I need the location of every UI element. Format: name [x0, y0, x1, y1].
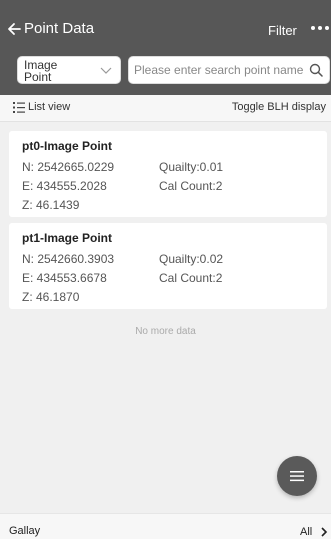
back-arrow-icon[interactable] [6, 21, 22, 37]
list-view-button[interactable]: List view [28, 101, 70, 113]
point-name: pt0-Image Point [22, 139, 113, 153]
search-box [128, 56, 330, 84]
page-title: Point Data [24, 20, 95, 37]
point-type-select[interactable]: Image Point [17, 56, 121, 84]
gallery-all-link[interactable]: All [300, 526, 312, 538]
search-icon[interactable] [309, 63, 323, 77]
point-northing: N: 2542665.0229 [22, 160, 115, 174]
chevron-right-icon[interactable] [320, 527, 328, 537]
more-icon[interactable] [310, 25, 330, 31]
point-easting: E: 434555.2028 [22, 179, 107, 193]
toggle-blh-button[interactable]: Toggle BLH display [232, 101, 326, 113]
point-cal-count: Cal Count:2 [159, 271, 223, 285]
point-card[interactable]: pt0-Image Point N: 2542665.0229 E: 43455… [9, 131, 327, 217]
point-quality: Quailty:0.02 [159, 252, 224, 266]
menu-fab-button[interactable] [277, 456, 317, 496]
no-more-data-text: No more data [135, 326, 196, 337]
point-card[interactable]: pt1-Image Point N: 2542660.3903 E: 43455… [9, 223, 327, 309]
point-quality: Quailty:0.01 [159, 160, 224, 174]
app-header: Point Data Filter Image Point [0, 0, 331, 95]
gallery-bar: Gallay All [0, 513, 331, 539]
point-northing: N: 2542660.3903 [22, 252, 115, 266]
title-bar: Point Data Filter [0, 0, 331, 56]
point-easting: E: 434553.6678 [22, 271, 107, 285]
point-cal-count: Cal Count:2 [159, 179, 223, 193]
search-input[interactable] [134, 61, 304, 79]
menu-icon [290, 471, 304, 482]
gallery-label: Gallay [9, 525, 41, 537]
point-elevation: Z: 46.1870 [22, 290, 80, 304]
chevron-down-icon [100, 67, 112, 74]
view-toolbar: List view Toggle BLH display [0, 95, 331, 122]
point-elevation: Z: 46.1439 [22, 198, 80, 212]
point-type-value: Image Point [24, 58, 58, 84]
filter-button[interactable]: Filter [268, 23, 297, 38]
list-view-icon[interactable] [13, 102, 25, 113]
point-name: pt1-Image Point [22, 231, 113, 245]
